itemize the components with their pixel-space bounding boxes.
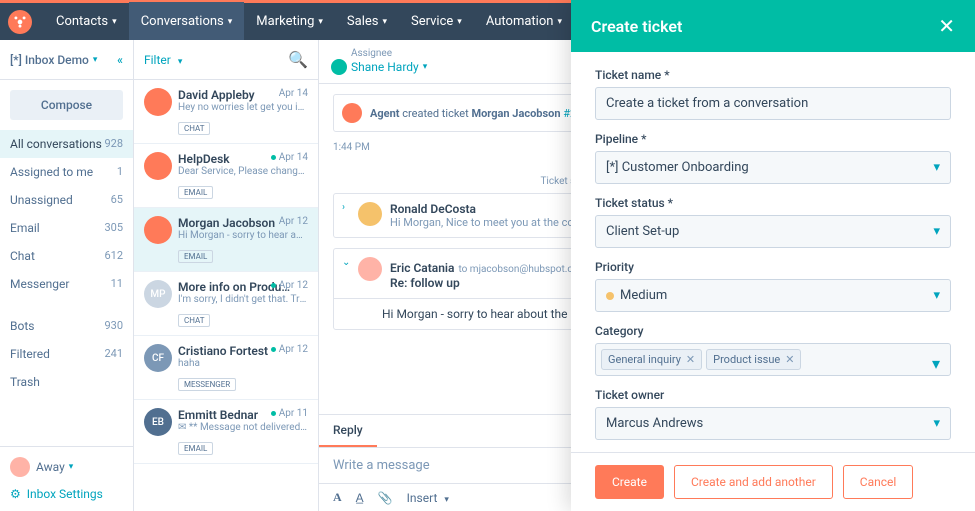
nav-automation[interactable]: Automation▾ — [474, 2, 574, 42]
owner-select[interactable]: Marcus Andrews — [595, 407, 951, 440]
status-select[interactable]: Client Set-up — [595, 215, 951, 248]
presence-status[interactable]: Away▾ — [10, 457, 123, 477]
inbox-selector[interactable]: [*] Inbox Demo▾ « — [0, 40, 133, 80]
conversation-item[interactable]: Morgan JacobsonHi Morgan - sorry to hear… — [134, 208, 318, 272]
panel-title: Create ticket — [591, 17, 682, 36]
field-label: Ticket owner — [595, 388, 951, 402]
remove-chip-icon[interactable]: ✕ — [686, 353, 695, 366]
agent-icon — [342, 103, 362, 123]
category-select[interactable]: General inquiry✕Product issue✕ — [595, 343, 951, 376]
nav-service[interactable]: Service▾ — [399, 2, 474, 42]
field-label: Category — [595, 324, 951, 338]
create-ticket-panel: Create ticket ✕ Ticket name * Pipeline *… — [571, 0, 975, 511]
avatar — [358, 202, 382, 226]
sidebar-item-bots[interactable]: Bots930 — [0, 312, 133, 340]
priority-dot-icon — [606, 292, 614, 300]
compose-button[interactable]: Compose — [10, 90, 123, 120]
tab-reply[interactable]: Reply — [319, 415, 377, 447]
nav-contacts[interactable]: Contacts▾ — [44, 2, 129, 42]
field-label: Ticket status * — [595, 196, 951, 210]
sidebar-item-all-conversations[interactable]: All conversations928 — [0, 130, 133, 158]
avatar — [358, 257, 382, 281]
text-color-tool[interactable]: A̲ — [356, 491, 364, 505]
field-label: Ticket name * — [595, 68, 951, 82]
sidebar-item-assigned-to-me[interactable]: Assigned to me1 — [0, 158, 133, 186]
font-tool[interactable]: A — [333, 490, 342, 505]
remove-chip-icon[interactable]: ✕ — [785, 353, 794, 366]
conversation-item[interactable]: CFCristiano FortesthahaApr 12MESSENGER — [134, 336, 318, 400]
hubspot-logo[interactable] — [8, 10, 32, 34]
collapse-icon[interactable]: ⌄ — [342, 257, 352, 268]
nav-marketing[interactable]: Marketing▾ — [244, 2, 335, 42]
inbox-settings-link[interactable]: ⚙ Inbox Settings — [10, 487, 123, 501]
category-chip[interactable]: General inquiry✕ — [601, 349, 702, 370]
collapse-icon[interactable]: « — [117, 53, 123, 67]
conversation-item[interactable]: MPMore info on Produ…I'm sorry, I didn't… — [134, 272, 318, 336]
conversation-item[interactable]: EBEmmitt Bednar✉ ** Message not delivere… — [134, 400, 318, 464]
field-label: Pipeline * — [595, 132, 951, 146]
sidebar-item-unassigned[interactable]: Unassigned65 — [0, 186, 133, 214]
nav-conversations[interactable]: Conversations▾ — [129, 2, 245, 42]
priority-select[interactable]: Medium — [595, 279, 951, 312]
sidebar-item-messenger[interactable]: Messenger11 — [0, 270, 133, 298]
search-icon[interactable]: 🔍 — [288, 50, 308, 69]
sidebar-item-email[interactable]: Email305 — [0, 214, 133, 242]
category-chip[interactable]: Product issue✕ — [706, 349, 801, 370]
create-button[interactable]: Create — [595, 465, 664, 499]
filter-dropdown[interactable]: Filter ▾ — [144, 53, 182, 67]
sidebar: [*] Inbox Demo▾ « Compose All conversati… — [0, 40, 134, 511]
close-icon[interactable]: ✕ — [938, 14, 955, 38]
insert-dropdown[interactable]: Insert ▾ — [407, 491, 449, 505]
sidebar-item-chat[interactable]: Chat612 — [0, 242, 133, 270]
conversation-item[interactable]: HelpDeskDear Service, Please change your… — [134, 144, 318, 208]
pipeline-select[interactable]: [*] Customer Onboarding — [595, 151, 951, 184]
gear-icon: ⚙ — [10, 487, 21, 501]
sidebar-item-filtered[interactable]: Filtered241 — [0, 340, 133, 368]
sidebar-item-trash[interactable]: Trash — [0, 368, 133, 396]
ticket-name-input[interactable] — [595, 87, 951, 120]
conversation-list: Filter ▾ 🔍 David ApplebyHey no worries l… — [134, 40, 319, 511]
conversation-item[interactable]: David ApplebyHey no worries let get you … — [134, 80, 318, 144]
cancel-button[interactable]: Cancel — [843, 465, 914, 499]
attachment-icon[interactable]: 📎 — [378, 491, 393, 505]
avatar — [10, 457, 30, 477]
nav-sales[interactable]: Sales▾ — [335, 2, 399, 42]
field-label: Priority — [595, 260, 951, 274]
create-another-button[interactable]: Create and add another — [674, 465, 833, 499]
avatar — [331, 59, 347, 75]
expand-icon[interactable]: › — [342, 202, 352, 213]
